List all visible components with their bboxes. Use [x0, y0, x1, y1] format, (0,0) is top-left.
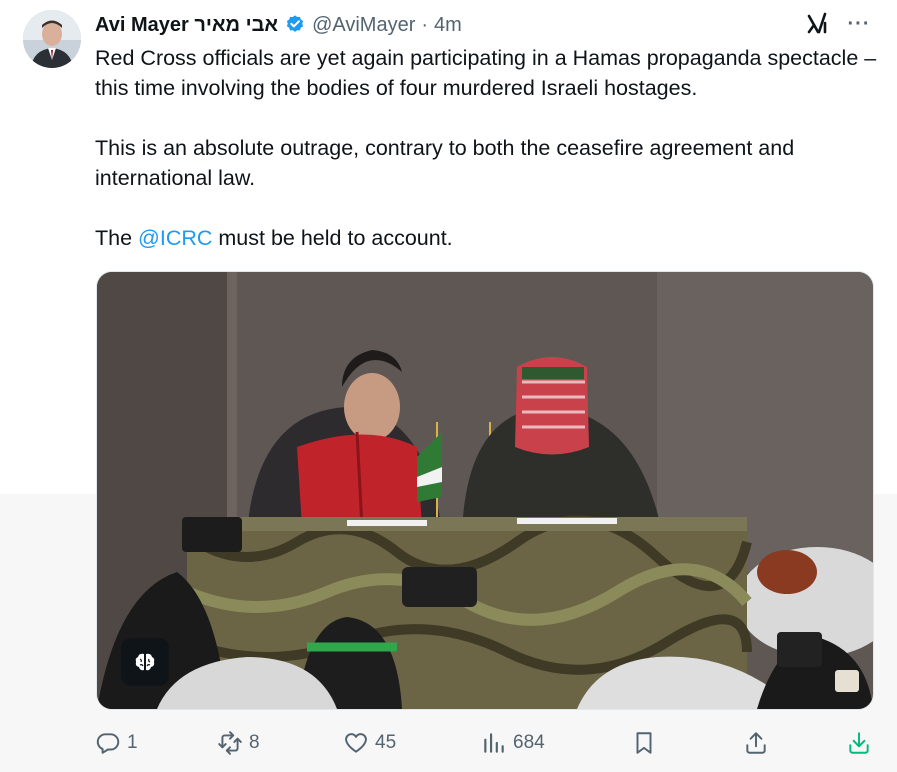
like-count: 45	[375, 732, 397, 753]
like-button[interactable]: 45	[343, 727, 396, 759]
reply-icon	[96, 733, 120, 754]
brain-icon	[135, 653, 155, 671]
repost-count: 8	[249, 732, 260, 753]
download-button[interactable]	[846, 727, 872, 759]
more-icon[interactable]: ···	[843, 10, 875, 38]
author-name[interactable]: Avi Mayer אבי מאיר	[95, 14, 278, 37]
tweet-text: Red Cross officials are yet again partic…	[95, 43, 885, 253]
download-icon	[849, 732, 869, 754]
tweet-header: Avi Mayer אבי מאיר @AviMayer · 4m	[95, 10, 462, 40]
ai-brain-button[interactable]	[121, 638, 169, 686]
views-button[interactable]: 684	[481, 727, 545, 759]
bookmark-icon	[636, 732, 652, 754]
author-handle[interactable]: @AviMayer	[312, 14, 415, 37]
tweet-text-suffix: must be held to account.	[212, 226, 453, 250]
tweet-text-prefix: The	[95, 226, 139, 250]
like-icon	[345, 733, 367, 753]
timestamp[interactable]: 4m	[434, 14, 462, 37]
share-icon	[746, 732, 766, 754]
bookmark-button[interactable]	[631, 727, 657, 759]
media-photo	[97, 272, 873, 709]
tweet-paragraph-3: The @ICRC must be held to account.	[95, 223, 885, 253]
avatar-image	[23, 10, 81, 68]
repost-icon	[218, 731, 242, 755]
repost-button[interactable]: 8	[217, 727, 260, 759]
verified-badge-icon	[284, 14, 306, 36]
mention-link[interactable]: @ICRC	[138, 226, 212, 250]
views-count: 684	[513, 732, 545, 753]
tweet-media[interactable]	[96, 271, 874, 710]
separator-dot: ·	[421, 13, 429, 36]
action-bar: 1 8 45 684	[95, 727, 880, 759]
grok-icon[interactable]	[804, 10, 832, 38]
tweet-paragraph-1: Red Cross officials are yet again partic…	[95, 46, 877, 100]
tweet-paragraph-2: This is an absolute outrage, contrary to…	[95, 136, 795, 190]
reply-count: 1	[127, 732, 138, 753]
views-icon	[484, 733, 504, 753]
share-button[interactable]	[743, 727, 769, 759]
avatar[interactable]	[23, 10, 81, 68]
reply-button[interactable]: 1	[95, 727, 138, 759]
